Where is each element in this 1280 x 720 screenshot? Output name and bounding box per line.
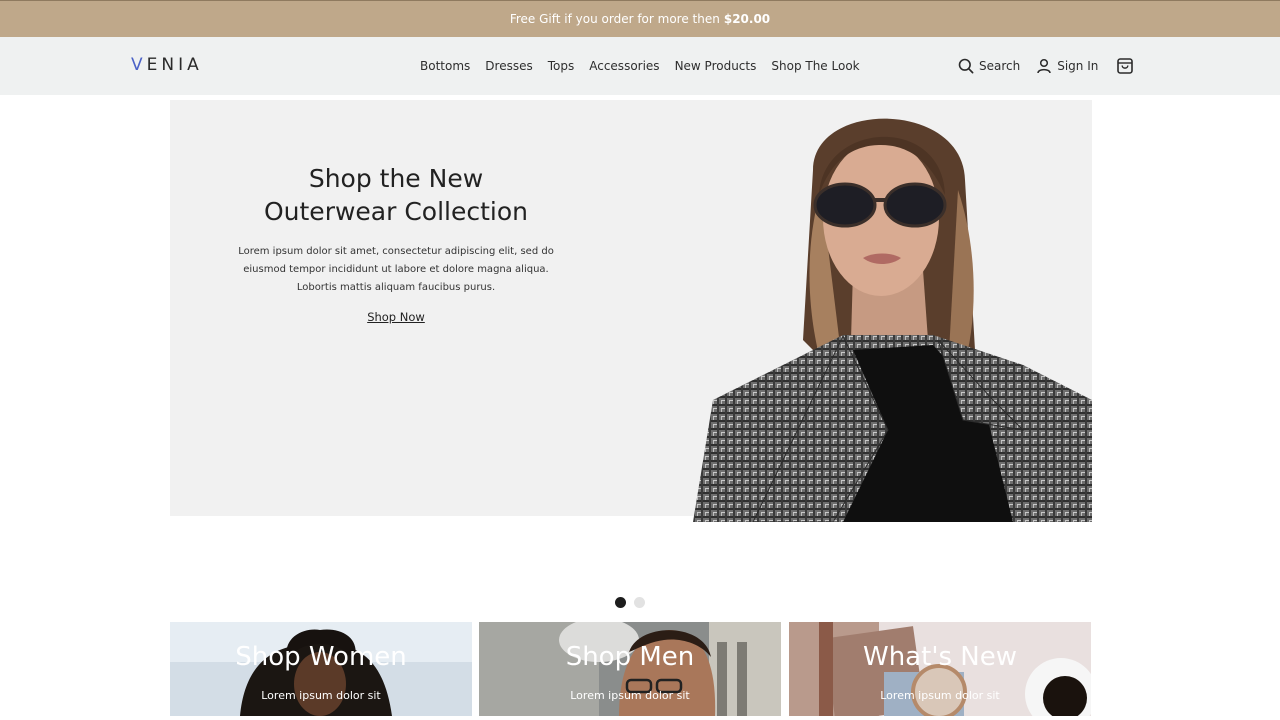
tile-subtitle: Lorem ipsum dolor sit bbox=[880, 689, 1000, 702]
tile-subtitle: Lorem ipsum dolor sit bbox=[570, 689, 690, 702]
venia-logo[interactable]: VENIA bbox=[131, 55, 203, 75]
carousel-pagination bbox=[615, 597, 645, 608]
sign-in-button[interactable]: Sign In bbox=[1036, 58, 1098, 74]
header-actions: Search Sign In bbox=[958, 37, 1134, 95]
hero-title-line-2: Outerwear Collection bbox=[263, 197, 528, 226]
search-button[interactable]: Search bbox=[958, 58, 1020, 74]
nav-item-bottoms[interactable]: Bottoms bbox=[420, 59, 470, 73]
logo-text: ENIA bbox=[146, 55, 203, 75]
tile-title: Shop Women bbox=[235, 642, 407, 672]
shop-now-link[interactable]: Shop Now bbox=[367, 310, 425, 324]
main-nav: Bottoms Dresses Tops Accessories New Pro… bbox=[420, 37, 860, 95]
tile-whats-new[interactable]: What's New Lorem ipsum dolor sit bbox=[789, 622, 1091, 716]
logo-letter: V bbox=[131, 55, 147, 75]
user-icon bbox=[1037, 58, 1051, 74]
nav-item-dresses[interactable]: Dresses bbox=[485, 59, 532, 73]
tile-shop-women[interactable]: Shop Women Lorem ipsum dolor sit bbox=[170, 622, 472, 716]
carousel-dot-1[interactable] bbox=[615, 597, 626, 608]
nav-item-accessories[interactable]: Accessories bbox=[589, 59, 659, 73]
carousel-dot-2[interactable] bbox=[634, 597, 645, 608]
hero-content: Shop the New Outerwear Collection Lorem … bbox=[226, 162, 566, 325]
tile-subtitle: Lorem ipsum dolor sit bbox=[261, 689, 381, 702]
nav-item-shop-the-look[interactable]: Shop The Look bbox=[771, 59, 859, 73]
promo-banner: Free Gift if you order for more then $20… bbox=[0, 0, 1280, 37]
hero-title: Shop the New Outerwear Collection bbox=[226, 162, 566, 228]
search-label: Search bbox=[979, 59, 1021, 73]
sign-in-label: Sign In bbox=[1057, 59, 1099, 73]
promo-amount: $20.00 bbox=[723, 12, 771, 26]
site-header: VENIA Bottoms Dresses Tops Accessories N… bbox=[0, 37, 1280, 95]
promo-text: Free Gift if you order for more then bbox=[509, 12, 720, 26]
hero-description: Lorem ipsum dolor sit amet, consectetur … bbox=[238, 246, 554, 293]
hero-model-image bbox=[693, 100, 1092, 522]
hero-title-line-1: Shop the New bbox=[308, 164, 484, 193]
tile-title: What's New bbox=[863, 642, 1017, 672]
category-tiles: Shop Women Lorem ipsum dolor sit Shop Me… bbox=[170, 622, 1092, 716]
tile-shop-men[interactable]: Shop Men Lorem ipsum dolor sit bbox=[479, 622, 781, 716]
nav-item-new-products[interactable]: New Products bbox=[675, 59, 757, 73]
cart-button[interactable] bbox=[1116, 57, 1134, 75]
shopping-bag-icon bbox=[1117, 58, 1134, 74]
nav-item-tops[interactable]: Tops bbox=[548, 59, 575, 73]
search-icon bbox=[958, 58, 974, 74]
tile-title: Shop Men bbox=[565, 642, 695, 672]
